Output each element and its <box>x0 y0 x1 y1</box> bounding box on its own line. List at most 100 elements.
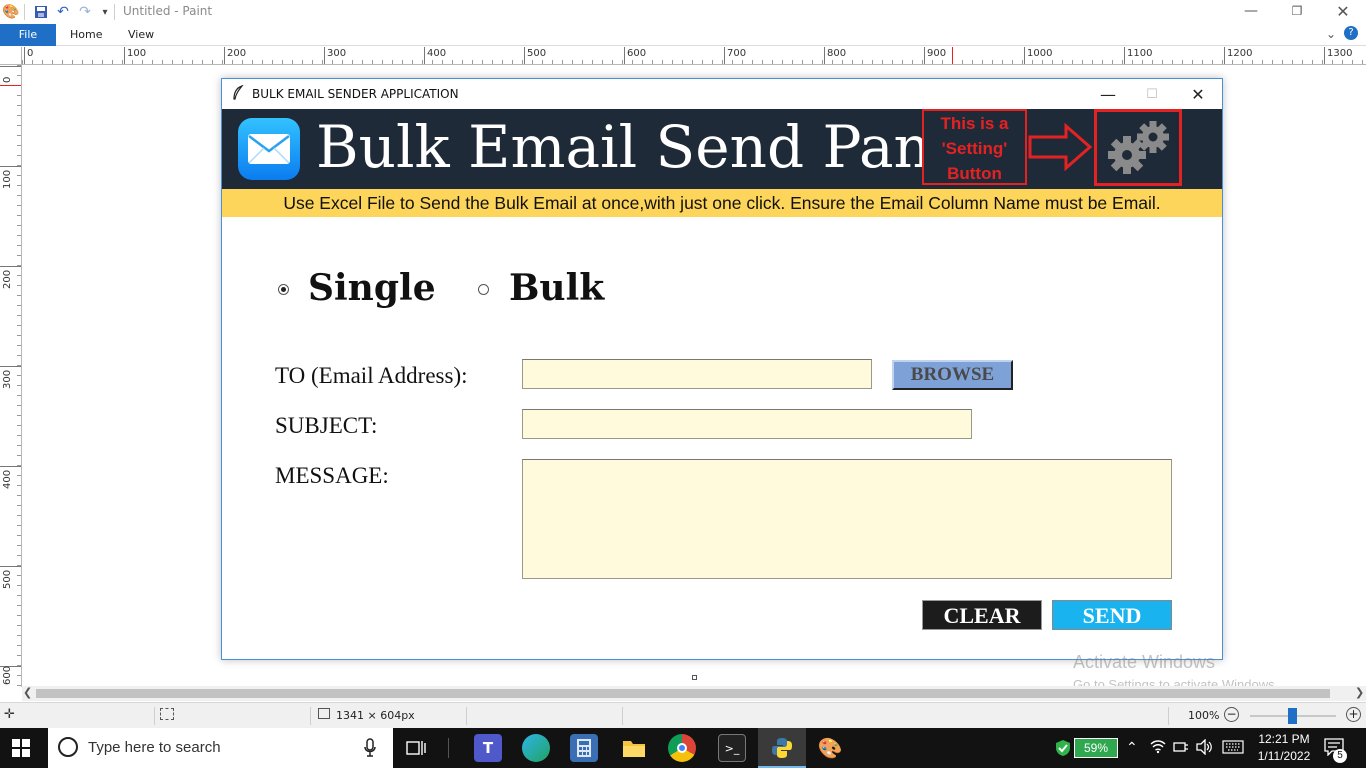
cursor-position-icon: ✛ <box>4 707 15 722</box>
paint-taskbar-icon[interactable]: 🎨 <box>816 734 844 762</box>
paint-titlebar: 🎨 ↶ ↷ ▾ Untitled - Paint — ❐ ✕ <box>0 0 1366 24</box>
minimize-button[interactable]: — <box>1228 0 1274 22</box>
collapse-ribbon-icon[interactable]: ⌄ <box>1326 27 1336 41</box>
ruler-label: 300 <box>2 369 13 389</box>
redo-icon[interactable]: ↷ <box>76 3 94 21</box>
feather-icon <box>232 84 244 105</box>
help-icon[interactable]: ? <box>1344 26 1358 40</box>
horizontal-scrollbar[interactable]: ❮ ❯ <box>22 686 1366 701</box>
customize-quick-access-icon[interactable]: ▾ <box>96 3 114 21</box>
divider <box>448 738 449 758</box>
restore-button[interactable]: ❐ <box>1274 0 1320 22</box>
clock-time[interactable]: 12:21 PM <box>1256 732 1312 746</box>
ruler-label: 1200 <box>1227 48 1253 59</box>
teams-icon[interactable]: T <box>474 734 502 762</box>
wifi-icon[interactable] <box>1150 738 1166 757</box>
selection-size-icon <box>160 708 174 720</box>
save-icon[interactable] <box>32 3 50 21</box>
cursor-marker <box>952 47 953 64</box>
clear-button[interactable]: CLEAR <box>922 600 1042 630</box>
ruler-label: 0 <box>27 48 34 59</box>
tab-home[interactable]: Home <box>58 24 114 46</box>
settings-button[interactable] <box>1094 109 1182 186</box>
task-view-icon[interactable] <box>402 734 430 762</box>
mail-icon <box>238 118 300 180</box>
header-banner: Bulk Email Send Panel This is a 'Setting… <box>222 109 1222 189</box>
single-radio-label[interactable]: Single <box>308 267 436 309</box>
window-title: Untitled - Paint <box>123 4 213 18</box>
chrome-icon[interactable] <box>668 734 696 762</box>
to-label: TO (Email Address): <box>275 363 468 388</box>
to-email-input[interactable] <box>522 359 872 389</box>
ruler-horizontal: 0 100 200 300 400 500 600 700 800 900 10… <box>22 47 1366 65</box>
zoom-level: 100% <box>1188 709 1220 722</box>
scroll-right-icon[interactable]: ❯ <box>1355 686 1364 699</box>
ruler-label: 600 <box>2 665 13 685</box>
annotation-line: 'Setting' <box>941 139 1008 158</box>
app-maximize-button[interactable]: ☐ <box>1130 83 1174 105</box>
app-titlebar: BULK EMAIL SENDER APPLICATION — ☐ ✕ <box>222 79 1222 109</box>
terminal-icon[interactable]: >_ <box>718 734 746 762</box>
battery-indicator[interactable]: 59% <box>1074 738 1118 758</box>
ruler-label: 500 <box>527 48 547 59</box>
ribbon-tabs: File Home View ⌄ ? <box>0 24 1366 46</box>
ruler-label: 200 <box>2 269 13 289</box>
gears-icon <box>1108 120 1169 174</box>
python-icon[interactable] <box>768 734 796 762</box>
divider <box>24 4 25 20</box>
undo-icon[interactable]: ↶ <box>54 3 72 21</box>
taskbar: Type here to search T >_ 🎨 59% ⌃ 12:21 P… <box>0 728 1366 768</box>
cursor-marker <box>0 85 21 86</box>
subject-label: SUBJECT: <box>275 413 378 438</box>
divider <box>114 4 115 20</box>
message-textarea[interactable] <box>522 459 1172 579</box>
shield-icon[interactable] <box>1055 739 1071 761</box>
search-icon <box>58 737 78 757</box>
app-minimize-button[interactable]: — <box>1086 83 1130 105</box>
notification-count-badge: 5 <box>1333 749 1347 763</box>
canvas-resize-handle[interactable] <box>692 675 697 680</box>
show-hidden-icons-chevron-icon[interactable]: ⌃ <box>1126 739 1138 756</box>
bulk-radio[interactable] <box>478 284 489 295</box>
app-close-button[interactable]: ✕ <box>1176 83 1220 105</box>
ruler-label: 1300 <box>1327 48 1353 59</box>
ruler-label: 500 <box>2 569 13 589</box>
bulk-email-app-window: BULK EMAIL SENDER APPLICATION — ☐ ✕ Bulk… <box>221 78 1223 660</box>
windows-start-icon[interactable] <box>12 739 30 761</box>
ruler-label: 100 <box>2 169 13 189</box>
calculator-icon[interactable] <box>570 734 598 762</box>
paint-app-icon: 🎨 <box>2 4 20 20</box>
annotation-note: This is a 'Setting' Button <box>922 109 1027 185</box>
clock-date[interactable]: 1/11/2022 <box>1254 749 1314 763</box>
send-button[interactable]: SEND <box>1052 600 1172 630</box>
single-radio[interactable] <box>278 284 289 295</box>
ruler-corner <box>0 47 22 65</box>
image-size-icon <box>318 708 330 719</box>
bulk-radio-label[interactable]: Bulk <box>509 267 604 309</box>
zoom-out-button[interactable]: − <box>1224 707 1239 722</box>
taskbar-search[interactable]: Type here to search <box>48 728 393 768</box>
keyboard-icon[interactable] <box>1222 740 1244 757</box>
ruler-label: 300 <box>327 48 347 59</box>
zoom-slider-thumb[interactable] <box>1288 708 1297 724</box>
search-placeholder: Type here to search <box>88 739 221 756</box>
microphone-icon[interactable] <box>364 738 376 762</box>
ruler-label: 1000 <box>1027 48 1053 59</box>
message-label: MESSAGE: <box>275 463 389 488</box>
zoom-in-button[interactable]: + <box>1346 707 1361 722</box>
close-button[interactable]: ✕ <box>1320 0 1366 22</box>
annotation-arrow-icon <box>1028 123 1093 171</box>
subject-input[interactable] <box>522 409 972 439</box>
edge-icon[interactable] <box>522 734 550 762</box>
ruler-label: 700 <box>727 48 747 59</box>
file-explorer-icon[interactable] <box>620 734 648 762</box>
tab-view[interactable]: View <box>116 24 166 46</box>
browse-button[interactable]: BROWSE <box>892 360 1013 390</box>
power-plug-icon[interactable] <box>1172 739 1190 758</box>
volume-icon[interactable] <box>1196 738 1214 758</box>
status-bar: ✛ 1341 × 604px 100% − + <box>0 702 1366 728</box>
scrollbar-thumb[interactable] <box>36 689 1330 698</box>
scroll-left-icon[interactable]: ❮ <box>23 686 32 699</box>
tab-file[interactable]: File <box>0 24 56 46</box>
ruler-label: 400 <box>2 469 13 489</box>
